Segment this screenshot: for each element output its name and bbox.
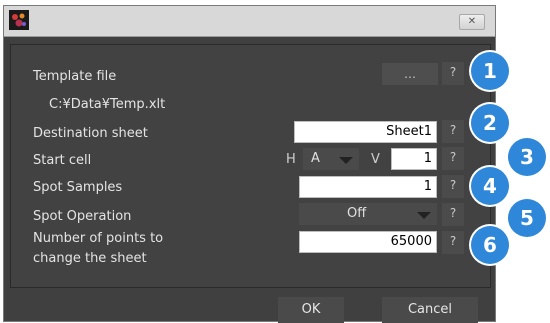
spot-samples-input[interactable]: 1 [299,176,437,198]
points-to-change-help-button[interactable]: ? [442,231,464,254]
help-icon: ? [449,206,457,220]
template-file-path: C:¥Data¥Temp.xlt [49,97,166,112]
settings-dialog: ✕ Template file … ? C:¥Data¥Temp.xlt Des… [3,5,496,323]
chevron-down-icon [339,157,353,164]
ok-button-label: OK [301,302,321,317]
template-file-label: Template file [33,69,117,84]
cancel-button-label: Cancel [407,302,453,317]
points-to-change-label-line2: change the sheet [33,251,147,266]
close-icon: ✕ [467,16,477,27]
close-button[interactable]: ✕ [459,14,485,30]
destination-sheet-help-button[interactable]: ? [442,120,464,143]
points-to-change-input[interactable]: 65000 [299,231,437,253]
spot-samples-label: Spot Samples [33,180,123,195]
destination-sheet-input[interactable]: Sheet1 [294,121,437,143]
spot-operation-value: Off [347,206,367,221]
start-cell-column-select[interactable]: A [303,148,359,170]
start-cell-label: Start cell [33,153,92,168]
callout-badge-6: 6 [471,226,509,264]
help-icon: ? [449,123,457,137]
start-cell-column-value: A [311,151,320,166]
start-cell-help-button[interactable]: ? [442,147,464,170]
cancel-button[interactable]: Cancel [382,297,478,323]
browse-button-label: … [404,67,416,81]
spot-samples-help-button[interactable]: ? [442,175,464,198]
title-bar: ✕ [4,6,495,37]
start-cell-v-label: V [371,152,380,167]
ok-button[interactable]: OK [278,297,344,323]
browse-button[interactable]: … [382,63,438,85]
spot-operation-select[interactable]: Off [299,203,437,225]
callout-badge-2: 2 [471,104,509,142]
start-cell-h-label: H [286,152,296,167]
spot-operation-label: Spot Operation [33,209,132,224]
points-to-change-label-line1: Number of points to [33,231,164,246]
help-icon: ? [449,178,457,192]
callout-badge-5: 5 [508,199,546,237]
spot-operation-help-button[interactable]: ? [442,203,464,226]
help-icon: ? [449,65,457,79]
chevron-down-icon [417,212,431,219]
callout-badge-3: 3 [508,138,546,176]
settings-panel: Template file … ? C:¥Data¥Temp.xlt Desti… [10,44,491,288]
help-icon: ? [449,150,457,164]
callout-badge-1: 1 [471,52,509,90]
template-file-help-button[interactable]: ? [442,62,464,85]
destination-sheet-label: Destination sheet [33,126,148,141]
callout-badge-4: 4 [471,167,509,205]
start-cell-row-input[interactable]: 1 [391,148,437,170]
app-logo-icon [9,10,29,30]
help-icon: ? [449,234,457,248]
